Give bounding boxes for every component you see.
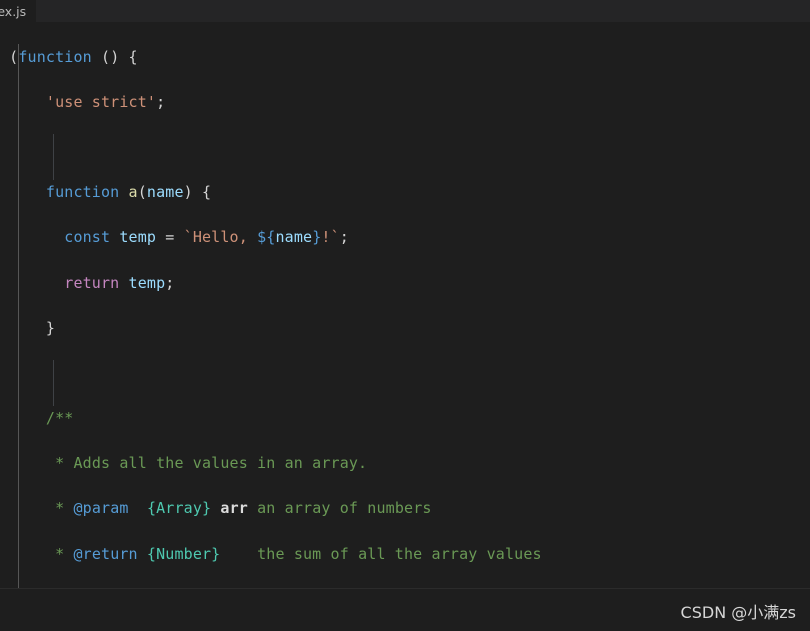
- tab-label: index.js: [0, 3, 27, 19]
- code-content: (function () { 'use strict'; function a(…: [0, 22, 542, 590]
- csdn-watermark: CSDN @小满zs: [680, 603, 796, 622]
- code-line: return temp;: [64, 273, 175, 292]
- status-bar: CSDN @小满zs: [0, 591, 810, 631]
- code-line: }: [0, 318, 56, 337]
- tab-index-js[interactable]: index.js: [0, 0, 37, 22]
- code-line: function a(name) {: [45, 183, 212, 202]
- code-line: * Adds all the values in an array.: [55, 454, 368, 473]
- code-editor-pane[interactable]: (function () { 'use strict'; function a(…: [0, 22, 810, 590]
- code-line: const temp = `Hello, ${name}!`;: [64, 228, 349, 247]
- editor-tab-bar: index.js: [0, 0, 810, 22]
- editor-window: index.js (function () { 'use strict'; fu…: [0, 0, 810, 631]
- code-line: /**: [45, 409, 74, 428]
- code-line: * @return {Number} the sum of all the ar…: [55, 544, 542, 563]
- code-line: 'use strict';: [45, 92, 166, 111]
- code-line: (function () {: [0, 47, 138, 66]
- code-line: * @param {Array} arr an array of numbers: [55, 499, 432, 518]
